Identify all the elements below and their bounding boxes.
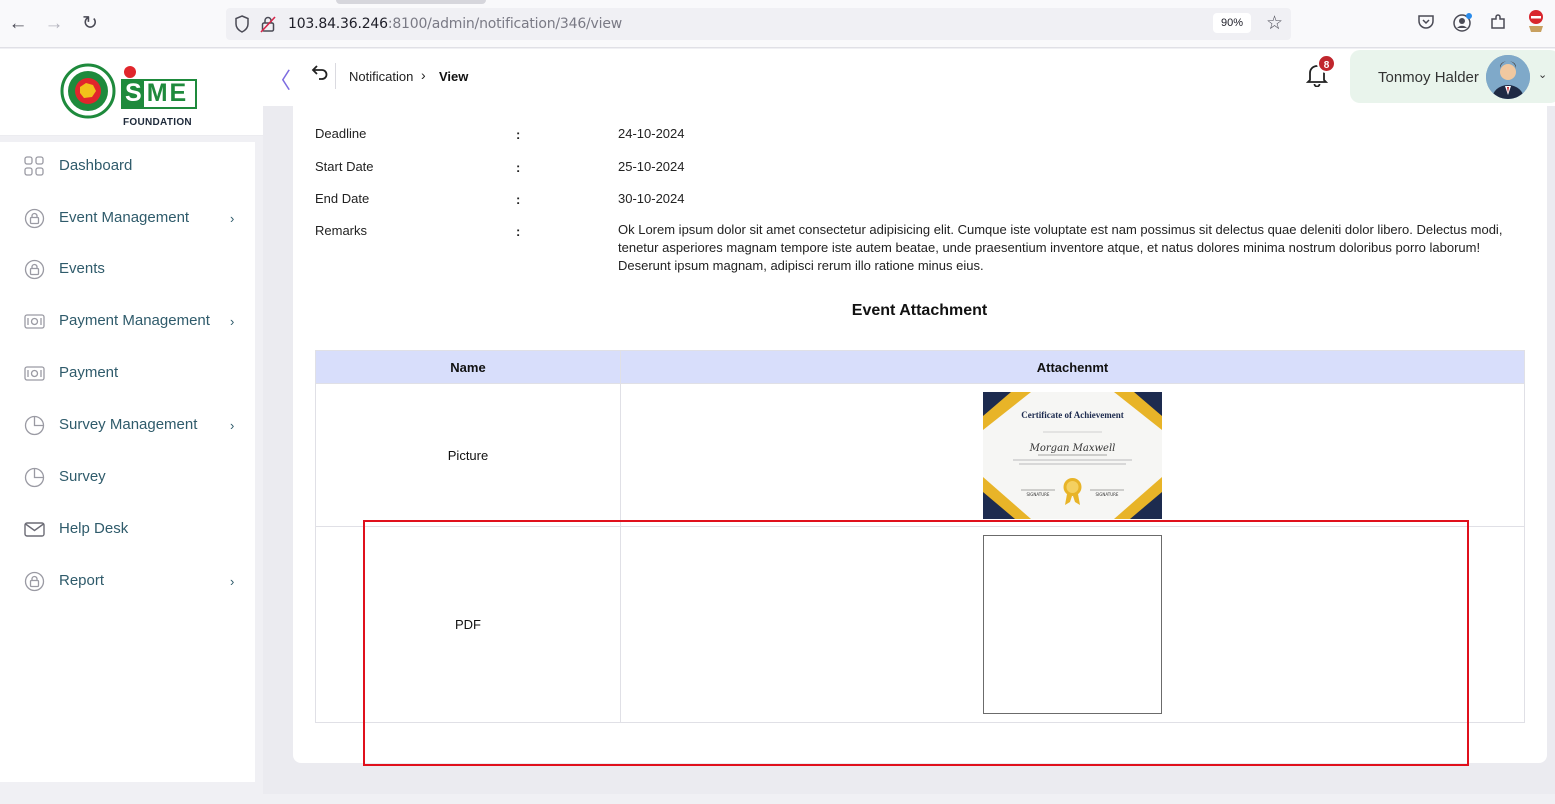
attachment-cell: Certificate of Achievement Morgan Maxwel…	[620, 383, 1525, 527]
sidebar-item-label: Event Management	[59, 209, 190, 226]
remarks-value: Ok Lorem ipsum dolor sit amet consectetu…	[618, 222, 1503, 273]
user-name: Tonmoy Halder	[1378, 69, 1479, 86]
sidebar-item-label: Payment Management	[59, 312, 210, 329]
attachment-name-cell: PDF	[315, 526, 621, 723]
event-attachment-title: Event Attachment	[851, 302, 988, 319]
mail-icon	[24, 522, 45, 537]
sidebar-item-label: Payment	[59, 364, 119, 381]
sidebar-item-survey-management[interactable]: Survey Management ›	[0, 405, 255, 445]
url-path: :8100/admin/notification/346/view	[387, 16, 622, 32]
column-header-attachment: Attachenmt	[620, 350, 1525, 384]
chevron-right-icon: ›	[230, 574, 235, 589]
breadcrumb-current: View	[439, 69, 469, 84]
chevron-down-icon: ⌄	[1538, 69, 1548, 81]
extension-stop-icon[interactable]	[1524, 8, 1548, 34]
table-row: Picture Certificate of Achievement Morga…	[315, 383, 1525, 527]
sidebar-header: FOUNDATION S ME	[0, 49, 263, 136]
url-host: 103.84.36.246	[288, 16, 388, 32]
pie-chart-icon	[24, 415, 45, 436]
certificate-recipient: Morgan Maxwell	[1029, 443, 1116, 454]
start-date-label: Start Date	[315, 159, 374, 174]
zoom-level-badge[interactable]: 90%	[1212, 13, 1251, 33]
colon: :	[516, 127, 521, 142]
certificate-signature-left: SIGNATURE	[1027, 492, 1050, 497]
top-header: 〈 Notification › View 8 Tonmoy Halder ⌄	[263, 49, 1555, 106]
reload-icon[interactable]: ↻	[78, 12, 102, 36]
pdf-preview-frame[interactable]	[983, 535, 1162, 714]
extensions-icon[interactable]	[1488, 12, 1508, 32]
deadline-value: 24-10-2024	[618, 126, 685, 141]
cash-icon	[24, 314, 45, 329]
undo-back-icon[interactable]	[311, 63, 329, 81]
attachment-name-cell: Picture	[315, 383, 621, 527]
end-date-label: End Date	[315, 191, 370, 206]
forward-arrow-icon[interactable]: →	[42, 12, 66, 36]
user-menu[interactable]: Tonmoy Halder ⌄	[1350, 50, 1555, 103]
column-header-name: Name	[315, 350, 621, 384]
colon: :	[516, 224, 521, 239]
chevron-right-icon: ›	[230, 418, 235, 433]
sidebar-item-survey[interactable]: Survey	[0, 457, 255, 497]
colon: :	[516, 160, 521, 175]
sidebar-item-payment[interactable]: Payment	[0, 353, 255, 393]
start-date-value: 25-10-2024	[618, 159, 685, 174]
sidebar: Dashboard Event Management › Events Paym…	[0, 142, 255, 782]
certificate-title: Certificate of Achievement	[1021, 410, 1123, 420]
shield-icon[interactable]	[234, 15, 250, 33]
notification-count-badge: 8	[1317, 54, 1336, 73]
logo-subtitle: FOUNDATION	[123, 117, 192, 128]
collapse-sidebar-icon[interactable]: 〈	[269, 63, 291, 95]
chevron-right-icon: ›	[230, 314, 235, 329]
url-text[interactable]: 103.84.36.246:8100/admin/notification/34…	[288, 16, 622, 32]
address-bar[interactable]: 103.84.36.246:8100/admin/notification/34…	[226, 8, 1291, 40]
chevron-right-icon: ›	[230, 211, 235, 226]
breadcrumb-parent[interactable]: Notification	[349, 69, 413, 84]
insecure-lock-icon[interactable]	[260, 15, 276, 33]
back-arrow-icon[interactable]: ←	[6, 12, 30, 36]
sidebar-item-help-desk[interactable]: Help Desk	[0, 509, 255, 549]
attachment-cell	[620, 526, 1525, 723]
lock-circle-icon	[24, 571, 45, 592]
sidebar-item-dashboard[interactable]: Dashboard	[0, 146, 255, 186]
lock-circle-icon	[24, 208, 45, 229]
sidebar-item-label: Help Desk	[59, 520, 129, 537]
colon: :	[516, 192, 521, 207]
attachment-table: Name Attachenmt Picture Certificate of A…	[315, 350, 1525, 723]
sidebar-item-events[interactable]: Events	[0, 249, 255, 289]
avatar	[1486, 55, 1530, 99]
browser-toolbar: ← → ↻ 103.84.36.246:8100/admin/notificat…	[0, 0, 1555, 48]
grid-icon	[24, 156, 44, 176]
sidebar-item-label: Survey Management	[59, 416, 198, 433]
logo-text: S ME	[125, 79, 189, 107]
sidebar-item-payment-management[interactable]: Payment Management ›	[0, 301, 255, 341]
sidebar-item-label: Report	[59, 572, 105, 589]
sidebar-item-label: Survey	[59, 468, 106, 485]
pie-chart-icon	[24, 467, 45, 488]
tab-indicator	[336, 0, 486, 4]
table-row: PDF	[315, 526, 1525, 723]
account-icon[interactable]	[1452, 12, 1474, 34]
sidebar-item-label: Events	[59, 260, 105, 277]
sidebar-item-report[interactable]: Report ›	[0, 561, 255, 601]
pocket-icon[interactable]	[1416, 12, 1436, 32]
lock-circle-icon	[24, 259, 45, 280]
chevron-right-icon: ›	[421, 67, 426, 83]
deadline-label: Deadline	[315, 126, 367, 141]
sidebar-item-event-management[interactable]: Event Management ›	[0, 198, 255, 238]
header-divider	[335, 63, 336, 89]
sidebar-item-label: Dashboard	[59, 157, 133, 174]
bookmark-star-icon[interactable]: ☆	[1266, 12, 1283, 35]
remarks-label: Remarks	[315, 223, 368, 238]
cash-icon	[24, 366, 45, 381]
table-header-row: Name Attachenmt	[315, 350, 1525, 384]
end-date-value: 30-10-2024	[618, 191, 685, 206]
certificate-image[interactable]: Certificate of Achievement Morgan Maxwel…	[983, 391, 1162, 519]
certificate-signature-right: SIGNATURE	[1096, 492, 1119, 497]
